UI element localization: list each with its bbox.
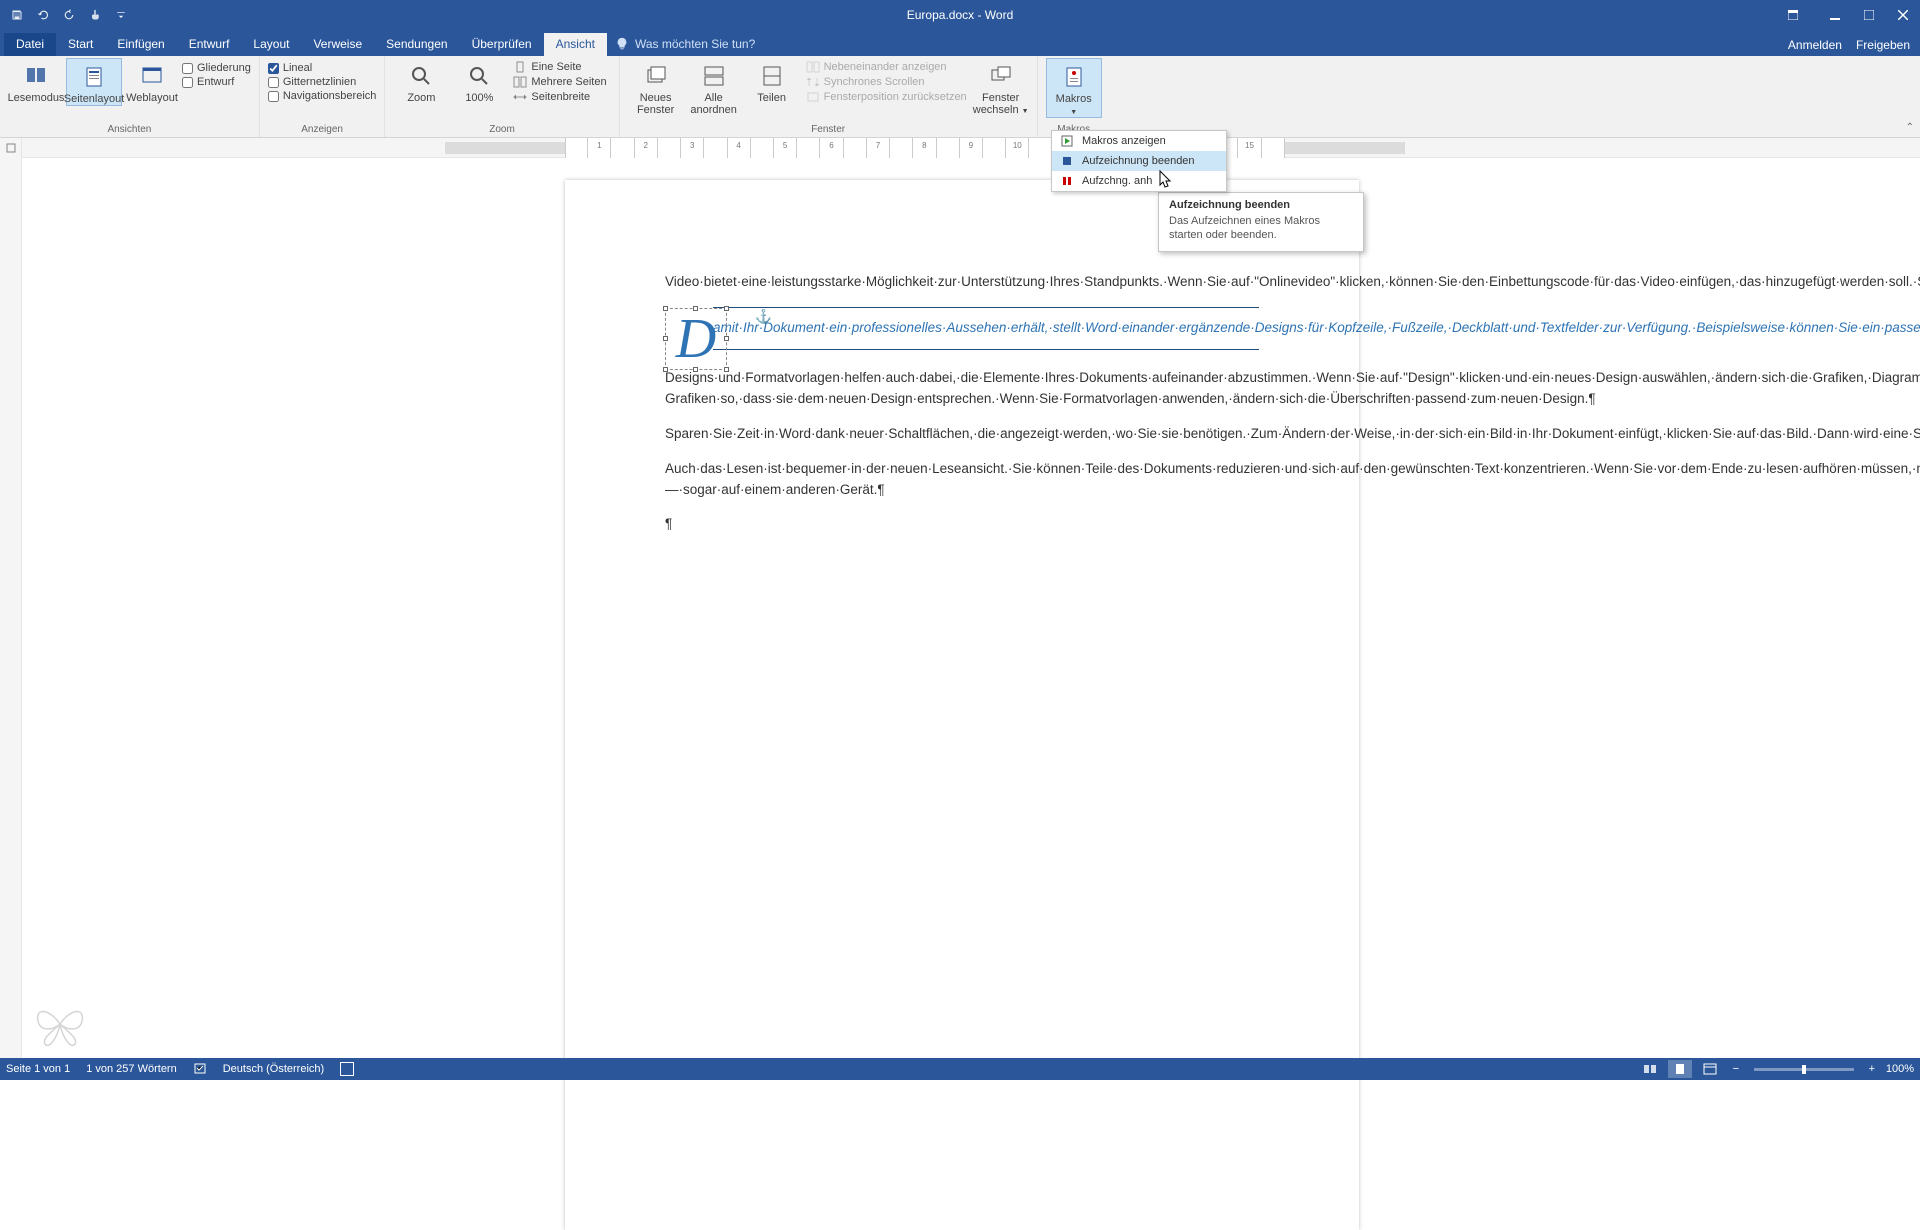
paragraph[interactable]: Video·bietet·eine·leistungsstarke·Möglic… (665, 272, 1259, 293)
document-title: Europa.docx - Word (907, 8, 1014, 22)
group-zoom: Zoom 100% Eine Seite Mehrere Seiten Seit… (385, 56, 619, 137)
sync-scroll-button: Synchrones Scrollen (802, 75, 971, 89)
zoom-out-button[interactable]: − (1728, 1063, 1744, 1075)
macros-view-item[interactable]: Makros anzeigen (1052, 131, 1226, 151)
one-page-button[interactable]: Eine Seite (509, 60, 610, 74)
switch-windows-button[interactable]: Fenster wechseln ▼ (973, 58, 1029, 116)
new-window-button[interactable]: Neues Fenster (628, 58, 684, 116)
undo-icon[interactable] (32, 4, 54, 26)
paragraph[interactable]: Sparen·Sie·Zeit·in·Word·dank·neuer·Schal… (665, 424, 1259, 445)
touch-mode-icon[interactable] (84, 4, 106, 26)
minimize-icon[interactable] (1818, 4, 1852, 26)
window-controls (1776, 4, 1920, 26)
signin-link[interactable]: Anmelden (1788, 38, 1842, 52)
titlebar: Europa.docx - Word (0, 0, 1920, 30)
pause-icon (1060, 174, 1074, 188)
close-icon[interactable] (1886, 4, 1920, 26)
quote-textbox[interactable]: D amit·Ihr·Dokument·ein·professionelles·… (713, 307, 1259, 350)
tooltip: Aufzeichnung beenden Das Aufzeichnen ein… (1158, 192, 1364, 252)
view-web-icon[interactable] (1698, 1060, 1722, 1078)
dropcap-frame[interactable]: D (665, 308, 727, 370)
vertical-ruler[interactable] (0, 158, 22, 1058)
draft-checkbox[interactable]: Entwurf (182, 76, 251, 88)
group-show: Lineal Gitternetzlinien Navigationsberei… (260, 56, 386, 137)
macros-stop-item[interactable]: Aufzeichnung beenden (1052, 151, 1226, 171)
ruler-checkbox[interactable]: Lineal (268, 62, 377, 74)
status-proofing-icon[interactable] (193, 1061, 207, 1078)
zoom-in-button[interactable]: + (1864, 1063, 1880, 1075)
tab-file[interactable]: Datei (4, 33, 56, 56)
document-area[interactable]: Video·bietet·eine·leistungsstarke·Möglic… (22, 158, 1920, 1058)
ruler-corner[interactable] (0, 138, 22, 158)
group-window: Neues Fenster Alle anordnen Teilen Neben… (620, 56, 1038, 137)
read-mode-button[interactable]: Lesemodus (8, 58, 64, 106)
tab-start[interactable]: Start (56, 33, 105, 56)
print-layout-button[interactable]: Seitenlayout (66, 58, 122, 106)
watermark-icon (30, 999, 90, 1052)
tab-insert[interactable]: Einfügen (105, 33, 176, 56)
zoom-button[interactable]: Zoom (393, 58, 449, 104)
view-read-icon[interactable] (1638, 1060, 1662, 1078)
gridlines-checkbox[interactable]: Gitternetzlinien (268, 76, 377, 88)
tab-view[interactable]: Ansicht (544, 33, 607, 56)
paragraph[interactable]: ¶ (665, 514, 1259, 535)
group-views: Lesemodus Seitenlayout Weblayout Glieder… (0, 56, 260, 137)
tab-design[interactable]: Entwurf (177, 33, 242, 56)
web-layout-button[interactable]: Weblayout (124, 58, 180, 106)
page-width-button[interactable]: Seitenbreite (509, 90, 610, 104)
stop-icon (1060, 154, 1074, 168)
macros-dropdown: Makros anzeigen Aufzeichnung beenden Auf… (1051, 130, 1227, 192)
tab-review[interactable]: Überprüfen (460, 33, 544, 56)
status-words[interactable]: 1 von 257 Wörtern (86, 1063, 177, 1075)
quick-access-toolbar (0, 4, 132, 26)
tab-references[interactable]: Verweise (301, 33, 374, 56)
ribbon-tabs: Datei Start Einfügen Entwurf Layout Verw… (0, 30, 1920, 56)
status-bar: Seite 1 von 1 1 von 257 Wörtern Deutsch … (0, 1058, 1920, 1080)
play-icon (1060, 134, 1074, 148)
macros-button[interactable]: Makros▼ (1046, 58, 1102, 118)
mouse-cursor (1159, 170, 1173, 193)
tell-me-placeholder: Was möchten Sie tun? (635, 37, 755, 51)
zoom-level[interactable]: 100% (1886, 1063, 1914, 1075)
zoom-slider[interactable] (1754, 1068, 1854, 1071)
save-icon[interactable] (6, 4, 28, 26)
ribbon-display-icon[interactable] (1776, 4, 1810, 26)
qat-customize-icon[interactable] (110, 4, 132, 26)
reset-position-button: Fensterposition zurücksetzen (802, 90, 971, 104)
status-page[interactable]: Seite 1 von 1 (6, 1063, 70, 1075)
side-by-side-button: Nebeneinander anzeigen (802, 60, 971, 74)
split-button[interactable]: Teilen (744, 58, 800, 116)
tooltip-body: Das Aufzeichnen eines Makros starten ode… (1169, 214, 1353, 243)
status-language[interactable]: Deutsch (Österreich) (223, 1063, 324, 1075)
group-macros: Makros▼ Makros (1038, 56, 1110, 137)
arrange-all-button[interactable]: Alle anordnen (686, 58, 742, 116)
paragraph[interactable]: Auch·das·Lesen·ist·bequemer·in·der·neuen… (665, 459, 1259, 501)
view-print-icon[interactable] (1668, 1060, 1692, 1078)
tooltip-title: Aufzeichnung beenden (1169, 199, 1353, 211)
maximize-icon[interactable] (1852, 4, 1886, 26)
redo-icon[interactable] (58, 4, 80, 26)
multi-page-button[interactable]: Mehrere Seiten (509, 75, 610, 89)
tab-layout[interactable]: Layout (241, 33, 301, 56)
tab-mailings[interactable]: Sendungen (374, 33, 459, 56)
zoom-100-button[interactable]: 100% (451, 58, 507, 104)
tell-me-search[interactable]: Was möchten Sie tun? (615, 37, 755, 56)
outline-checkbox[interactable]: Gliederung (182, 62, 251, 74)
share-button[interactable]: Freigeben (1856, 38, 1910, 52)
horizontal-ruler[interactable]: 123456789101112131415 (22, 138, 1920, 158)
macro-recording-icon[interactable] (340, 1062, 354, 1076)
collapse-ribbon-icon[interactable]: ⌃ (1906, 122, 1914, 133)
paragraph[interactable]: Designs·und·Formatvorlagen·helfen·auch·d… (665, 368, 1259, 410)
lightbulb-icon (615, 37, 629, 51)
ribbon: Lesemodus Seitenlayout Weblayout Glieder… (0, 56, 1920, 138)
navigation-checkbox[interactable]: Navigationsbereich (268, 90, 377, 102)
macros-pause-item[interactable]: Aufzchng. anh (1052, 171, 1226, 191)
